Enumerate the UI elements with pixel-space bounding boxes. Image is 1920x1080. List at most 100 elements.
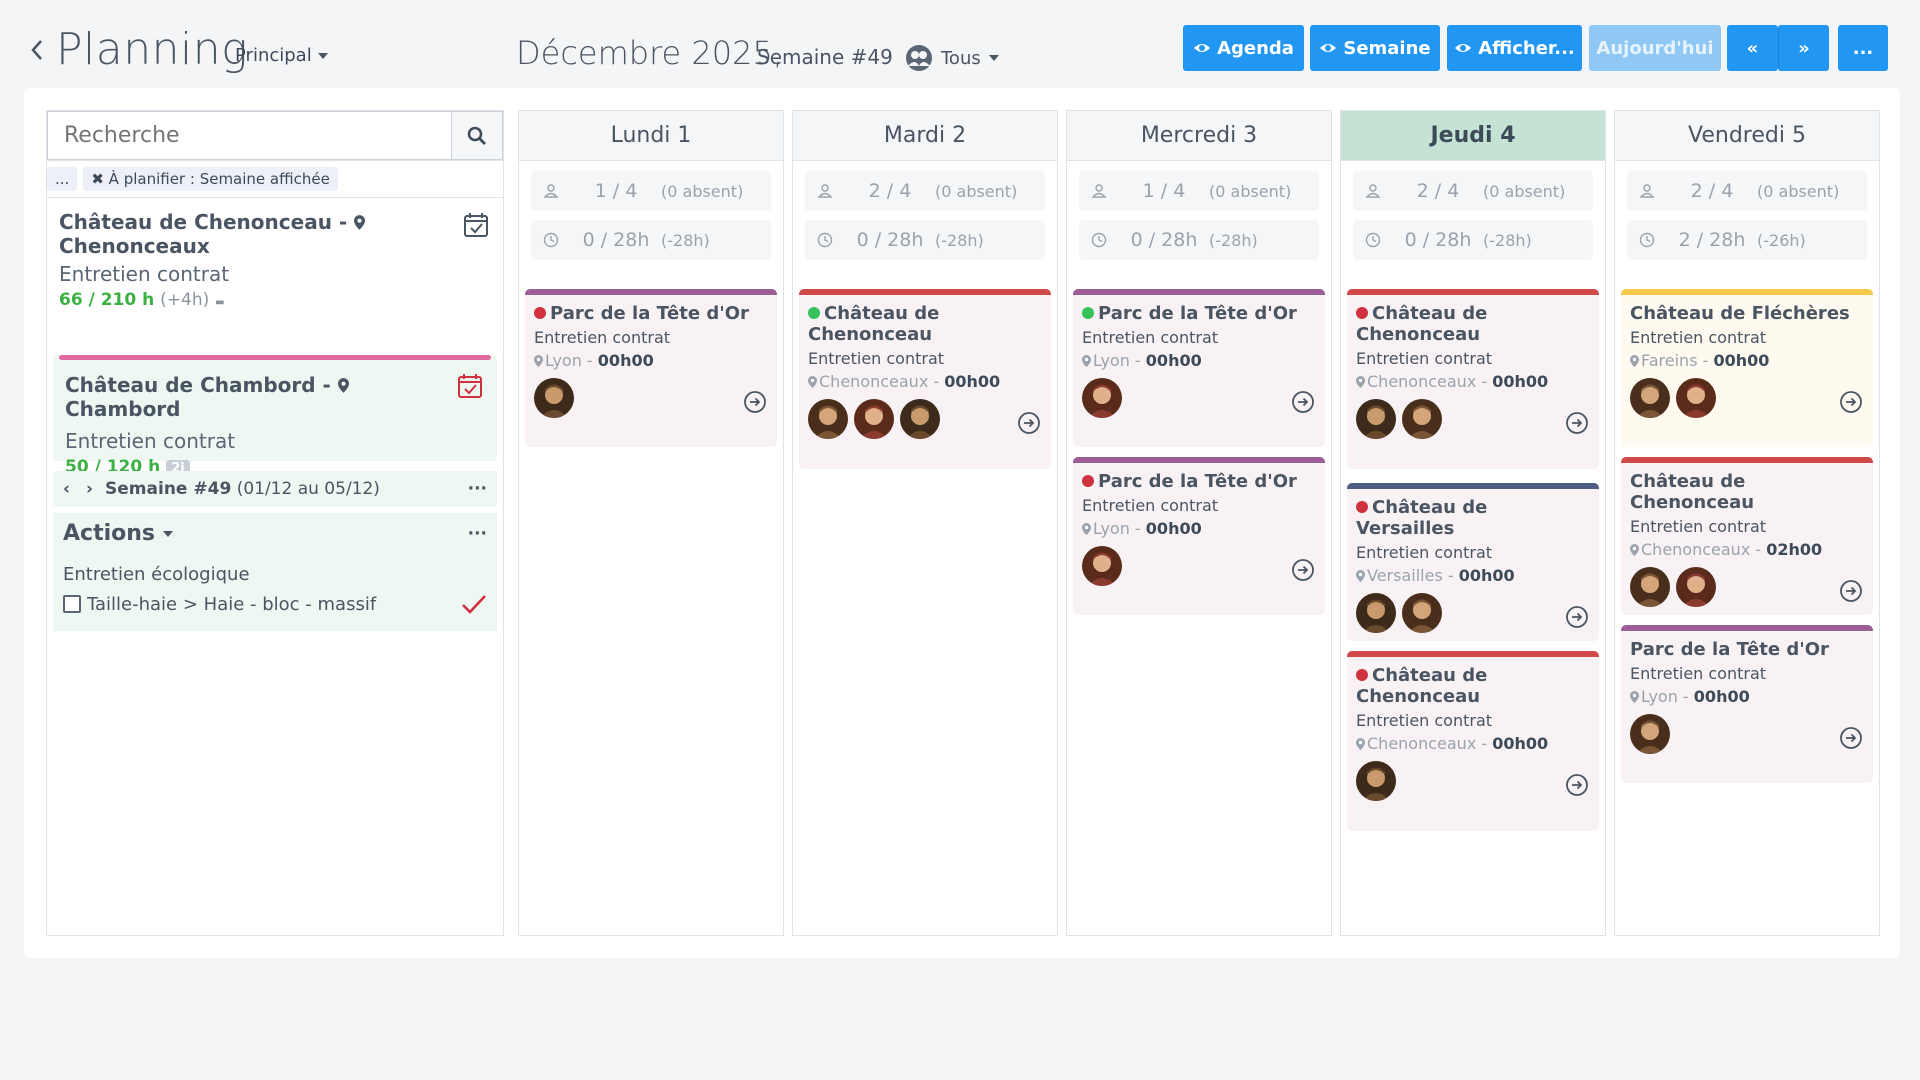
project-hours-extra: (+4h) [160, 290, 210, 310]
staff-count: 2 / 4 (0 absent) [1627, 171, 1867, 211]
intervention-card[interactable]: Parc de la Tête d'Or Entretien contrat Lyo… [1073, 289, 1325, 447]
chevron-right-icon[interactable]: › [86, 479, 93, 499]
day-header[interactable]: Vendredi 5 [1615, 111, 1879, 161]
avatar[interactable] [1356, 593, 1396, 633]
more-filters-chip[interactable]: ... [47, 167, 78, 191]
week-more-icon[interactable]: ··· [468, 479, 487, 499]
intervention-card[interactable]: Château de Chenonceau Entretien contrat Ch… [1347, 651, 1599, 831]
search-bar [47, 111, 503, 161]
intervention-card[interactable]: Parc de la Tête d'Or Entretien contrat Lyo… [1621, 625, 1873, 783]
eye-icon [1455, 44, 1472, 52]
eye-icon [1320, 44, 1337, 52]
card-subtitle: Entretien contrat [1356, 711, 1493, 730]
card-title: Parc de la Tête d'Or [534, 303, 768, 324]
intervention-card[interactable]: Château de Chenonceau Entretien contrat Ch… [799, 289, 1051, 469]
arrow-circle-right-icon[interactable] [1565, 773, 1589, 797]
intervention-card[interactable]: Parc de la Tête d'Or Entretien contrat Lyo… [525, 289, 777, 447]
day-header[interactable]: Lundi 1 [519, 111, 783, 161]
day-header[interactable]: Jeudi 4 [1341, 111, 1605, 161]
card-time: 00h00 [1492, 372, 1549, 391]
project-item-selected[interactable]: Château de Chambord - Chambord Entretien… [53, 355, 497, 477]
avatar[interactable] [1356, 761, 1396, 801]
current-month: Décembre 2025, [516, 34, 784, 72]
card-time: 00h00 [1458, 566, 1515, 585]
arrow-circle-right-icon[interactable] [1839, 726, 1863, 750]
avatar[interactable] [1630, 567, 1670, 607]
search-input[interactable] [47, 111, 451, 160]
arrow-circle-right-icon[interactable] [1291, 558, 1315, 582]
filter-chips: ... ✖ À planifier : Semaine affichée [47, 167, 338, 191]
calendar-check-icon[interactable] [463, 212, 489, 238]
previous-week-button[interactable]: « [1727, 25, 1778, 71]
map-pin-icon [1356, 570, 1365, 582]
person-icon [1627, 184, 1667, 198]
globe-people-icon [906, 45, 932, 71]
eye-icon [1194, 44, 1211, 52]
action-checkbox[interactable] [63, 595, 81, 613]
actions-more-icon[interactable]: ··· [468, 524, 487, 544]
arrow-circle-right-icon[interactable] [1291, 390, 1315, 414]
day-header[interactable]: Mercredi 3 [1067, 111, 1331, 161]
card-location: Versailles - 00h00 [1356, 566, 1590, 585]
card-time: 00h00 [1713, 351, 1770, 370]
avatar[interactable] [1402, 399, 1442, 439]
project-name: Château de Chambord - [65, 373, 338, 397]
calendar-check-icon[interactable] [457, 373, 483, 399]
intervention-card[interactable]: Château de Fléchères Entretien contrat Far… [1621, 289, 1873, 447]
day-column: Vendredi 5 2 / 4 (0 absent) 2 / 28h (-26h) Ch… [1614, 110, 1880, 936]
intervention-card[interactable]: Château de Chenonceau Entretien contrat Ch… [1347, 289, 1599, 469]
intervention-card[interactable]: Parc de la Tête d'Or Entretien contrat Lyo… [1073, 457, 1325, 615]
person-icon [805, 184, 845, 198]
avatar[interactable] [1356, 399, 1396, 439]
avatar[interactable] [808, 399, 848, 439]
day-header[interactable]: Mardi 2 [793, 111, 1057, 161]
agenda-button-label: Agenda [1217, 37, 1294, 59]
card-location: Lyon - 00h00 [1630, 687, 1864, 706]
card-city: Versailles [1367, 566, 1443, 585]
agenda-button[interactable]: Agenda [1183, 25, 1304, 71]
avatar[interactable] [1082, 546, 1122, 586]
avatar[interactable] [534, 378, 574, 418]
card-avatars [534, 378, 768, 418]
intervention-card[interactable]: Château de Versailles Entretien contrat Ve… [1347, 483, 1599, 641]
avatar[interactable] [1402, 593, 1442, 633]
clock-icon [1627, 232, 1667, 248]
semaine-button[interactable]: Semaine [1310, 25, 1440, 71]
actions-header[interactable]: Actions ··· [63, 521, 487, 546]
back-chevron-icon[interactable] [30, 38, 44, 62]
team-filter[interactable]: Tous [905, 44, 999, 72]
arrow-circle-right-icon[interactable] [1565, 411, 1589, 435]
arrow-circle-right-icon[interactable] [1017, 411, 1041, 435]
arrow-circle-right-icon[interactable] [1839, 579, 1863, 603]
project-item[interactable]: Château de Chenonceau - Chenonceaux Entr… [47, 197, 503, 323]
project-hours: 66 / 210 h (+4h) ▬ [59, 290, 491, 310]
card-title: Parc de la Tête d'Or [1630, 639, 1864, 660]
intervention-card[interactable]: Château de Chenonceau Entretien contrat Ch… [1621, 457, 1873, 615]
arrow-circle-right-icon[interactable] [743, 390, 767, 414]
arrow-circle-right-icon[interactable] [1839, 390, 1863, 414]
more-options-button[interactable]: ... [1838, 25, 1888, 71]
next-week-button[interactable]: » [1778, 25, 1829, 71]
avatar[interactable] [900, 399, 940, 439]
card-location: Chenonceaux - 00h00 [808, 372, 1042, 391]
today-button[interactable]: Aujourd'hui [1589, 25, 1721, 71]
remove-filter-icon[interactable]: ✖ [91, 170, 104, 188]
arrow-circle-right-icon[interactable] [1565, 605, 1589, 629]
chevron-left-icon[interactable]: ‹ [63, 479, 70, 499]
project-location: Chambord [65, 397, 181, 421]
avatar[interactable] [1630, 714, 1670, 754]
active-filter-chip[interactable]: ✖ À planifier : Semaine affichée [83, 167, 338, 191]
card-time: 02h00 [1766, 540, 1823, 559]
avatar[interactable] [1676, 378, 1716, 418]
avatar[interactable] [1082, 378, 1122, 418]
view-selector[interactable]: Principal [235, 45, 328, 66]
hours-count: 2 / 28h (-26h) [1627, 220, 1867, 260]
active-filter-label: À planifier : Semaine affichée [108, 170, 330, 188]
search-button[interactable] [451, 111, 503, 160]
avatar[interactable] [1630, 378, 1670, 418]
afficher-button[interactable]: Afficher... [1447, 25, 1582, 71]
avatar[interactable] [1676, 567, 1716, 607]
card-avatars [1356, 761, 1590, 801]
avatar[interactable] [854, 399, 894, 439]
card-subtitle: Entretien contrat [1630, 328, 1767, 347]
